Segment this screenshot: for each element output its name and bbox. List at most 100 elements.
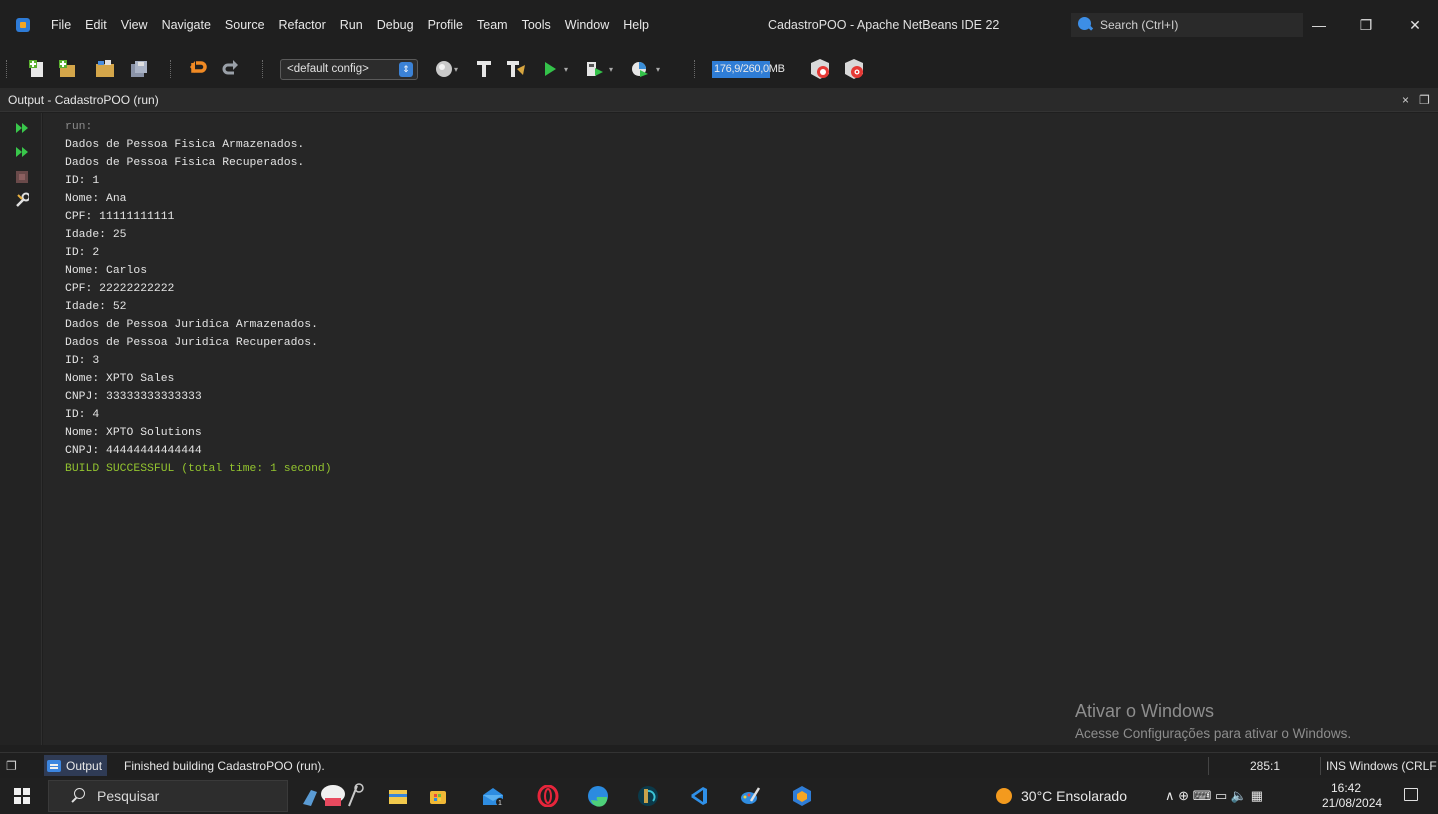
output-actions-strip xyxy=(0,113,42,745)
chevron-updown-icon: ⇕ xyxy=(399,62,413,77)
menu-debug[interactable]: Debug xyxy=(370,0,421,50)
edge-icon[interactable] xyxy=(584,782,612,810)
profile-button[interactable]: ▾ xyxy=(628,50,668,88)
console-line: run: xyxy=(65,121,93,133)
menu-run[interactable]: Run xyxy=(333,0,370,50)
console-line: Idade: 52 xyxy=(65,301,127,313)
league-of-legends-icon[interactable] xyxy=(634,782,662,810)
console-line: BUILD SUCCESSFUL (total time: 1 second) xyxy=(65,463,332,475)
netbeans-logo-icon xyxy=(16,18,30,32)
menu-refactor[interactable]: Refactor xyxy=(272,0,333,50)
clean-build-icon xyxy=(507,61,525,77)
debug-icon: ▾ xyxy=(587,62,613,76)
weather-widget[interactable]: 30°C Ensolarado xyxy=(996,778,1127,814)
activation-title: Ativar o Windows xyxy=(1075,701,1215,721)
netbeans-taskbar-icon[interactable] xyxy=(788,782,816,810)
main-menu: File Edit View Navigate Source Refactor … xyxy=(44,0,656,50)
new-file-icon xyxy=(29,60,43,77)
clean-build-button[interactable] xyxy=(502,50,530,88)
svg-text:1: 1 xyxy=(498,800,502,807)
hammer-icon xyxy=(477,61,491,77)
console-line: CPF: 11111111111 xyxy=(65,211,175,223)
new-project-button[interactable] xyxy=(54,50,80,88)
status-separator xyxy=(1208,757,1209,775)
weather-text: 30°C Ensolarado xyxy=(1021,788,1127,804)
rerun-button[interactable] xyxy=(15,121,29,135)
menu-tools[interactable]: Tools xyxy=(515,0,558,50)
close-window-button[interactable]: ✕ xyxy=(1392,0,1438,50)
browser-button[interactable]: ▾ xyxy=(432,50,462,88)
output-panel-title[interactable]: Output - CadastroPOO (run) xyxy=(8,88,159,112)
new-file-button[interactable] xyxy=(24,50,50,88)
output-tab[interactable]: Output xyxy=(44,755,108,776)
svg-text:▾: ▾ xyxy=(656,65,660,74)
menu-view[interactable]: View xyxy=(114,0,155,50)
undo-icon xyxy=(190,61,207,73)
console-line: Dados de Pessoa Juridica Recuperados. xyxy=(65,337,318,349)
rerun-with-params-button[interactable] xyxy=(15,145,29,159)
windows-start-icon[interactable] xyxy=(14,788,30,804)
vscode-icon[interactable] xyxy=(684,782,712,810)
paint-brush-app-icon[interactable] xyxy=(736,782,764,810)
system-tray[interactable]: ∧ ⊕ ⌨ ▭ 🔈 ▦ xyxy=(1165,778,1263,814)
stop-icon xyxy=(16,171,28,183)
undo-button[interactable] xyxy=(184,50,210,88)
stop-button[interactable] xyxy=(15,170,29,184)
minimize-button[interactable]: — xyxy=(1296,0,1342,50)
console-line: Nome: Carlos xyxy=(65,265,148,277)
memory-indicator[interactable]: 176,9/260,0MB xyxy=(712,61,798,78)
run-button[interactable]: ▾ xyxy=(540,50,576,88)
window-title: CadastroPOO - Apache NetBeans IDE 22 xyxy=(768,18,1000,32)
rerun-params-icon xyxy=(16,147,28,157)
redo-button[interactable] xyxy=(218,50,244,88)
wrench-settings-icon xyxy=(16,192,29,207)
file-explorer-icon[interactable] xyxy=(384,782,412,810)
redo-icon xyxy=(222,60,238,75)
menu-edit[interactable]: Edit xyxy=(78,0,114,50)
console-line: Dados de Pessoa Juridica Armazenados. xyxy=(65,319,318,331)
mail-icon[interactable]: 1 xyxy=(480,782,508,810)
restore-button[interactable]: ❐ xyxy=(1343,0,1389,50)
gc-button[interactable] xyxy=(806,50,834,88)
console-line: CNPJ: 33333333333333 xyxy=(65,391,202,403)
output-console[interactable]: run: Dados de Pessoa Fisica Armazenados. D… xyxy=(43,113,1438,745)
menu-source[interactable]: Source xyxy=(218,0,272,50)
taskbar-clock[interactable]: 16:42 21/08/2024 xyxy=(1322,781,1382,811)
menu-window[interactable]: Window xyxy=(558,0,616,50)
svg-text:▾: ▾ xyxy=(564,65,568,74)
build-button[interactable] xyxy=(472,50,496,88)
save-all-button[interactable] xyxy=(126,50,152,88)
windows-activation-watermark: Ativar o Windows Acesse Configurações pa… xyxy=(1075,700,1351,745)
opera-icon[interactable] xyxy=(534,782,562,810)
restore-windows-icon[interactable]: ❐ xyxy=(6,759,17,773)
chef-hat-illustration-icon xyxy=(303,783,364,807)
maximize-panel-icon[interactable]: ❐ xyxy=(1419,88,1430,112)
menu-profile[interactable]: Profile xyxy=(421,0,470,50)
menu-team[interactable]: Team xyxy=(470,0,515,50)
search-icon xyxy=(1076,16,1094,34)
close-panel-icon[interactable]: × xyxy=(1402,88,1409,112)
console-line: ID: 3 xyxy=(65,355,100,367)
heap-dump-button[interactable] xyxy=(840,50,868,88)
menu-navigate[interactable]: Navigate xyxy=(155,0,218,50)
output-panel-header: Output - CadastroPOO (run) × ❐ xyxy=(0,88,1438,112)
toolbar-separator xyxy=(170,60,172,78)
search-input[interactable]: Search (Ctrl+I) xyxy=(1071,13,1303,37)
open-project-button[interactable] xyxy=(92,50,118,88)
caret-position[interactable]: 285:1 xyxy=(1250,753,1280,779)
config-select-value: <default config> xyxy=(287,63,369,75)
profiler-snapshot-icon xyxy=(811,59,829,79)
config-select[interactable]: <default config> ⇕ xyxy=(280,59,418,80)
search-highlight-icon[interactable] xyxy=(298,782,370,810)
microsoft-store-icon[interactable] xyxy=(424,782,452,810)
settings-button[interactable] xyxy=(15,192,29,207)
notifications-icon[interactable] xyxy=(1404,788,1418,801)
globe-icon: ▾ xyxy=(436,61,458,77)
taskbar-search-input[interactable]: Pesquisar xyxy=(48,780,288,812)
taskbar-search-placeholder: Pesquisar xyxy=(97,788,160,804)
insert-mode-line-ending[interactable]: INS Windows (CRLF xyxy=(1326,753,1437,779)
debug-button[interactable]: ▾ xyxy=(582,50,622,88)
menu-file[interactable]: File xyxy=(44,0,78,50)
status-bar: ❐ Output Finished building CadastroPOO (… xyxy=(0,752,1438,778)
menu-help[interactable]: Help xyxy=(616,0,656,50)
